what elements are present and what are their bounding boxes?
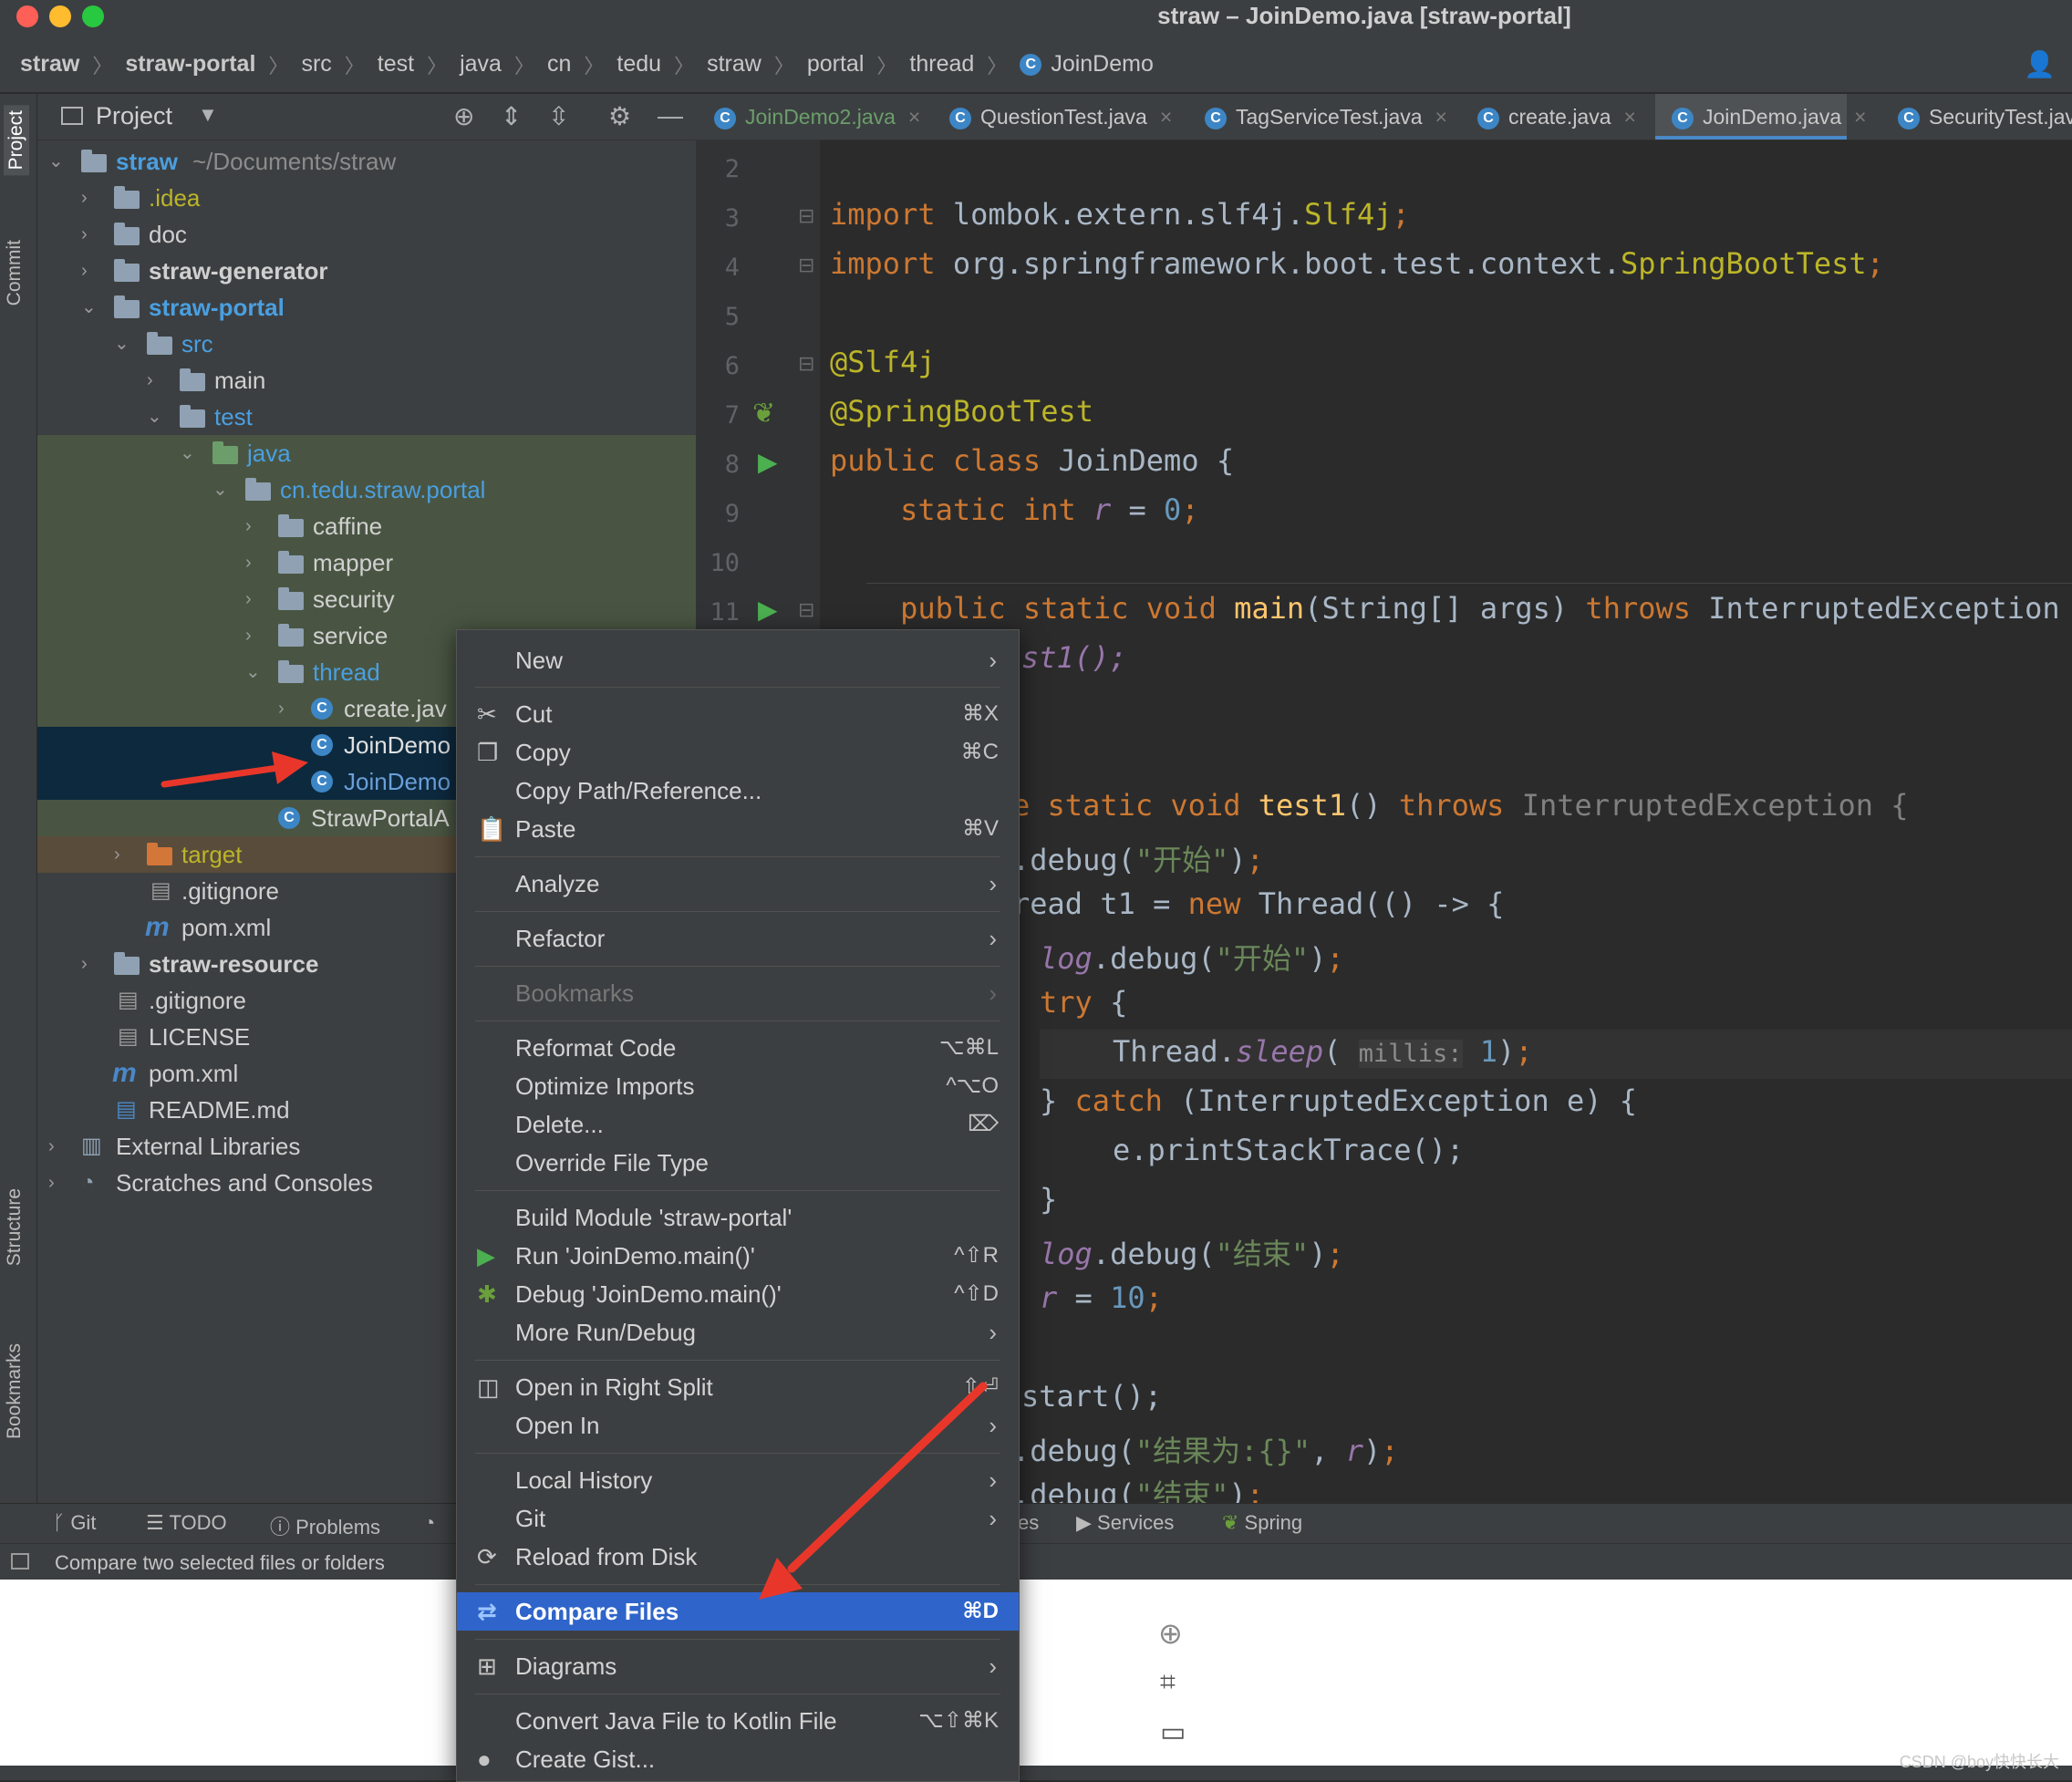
annotation-arrows bbox=[161, 751, 988, 1600]
arrow-to-compare-files bbox=[759, 1382, 988, 1600]
arrow-to-files bbox=[161, 751, 308, 788]
watermark: CSDN @boy快快长大 bbox=[1899, 1753, 2059, 1771]
